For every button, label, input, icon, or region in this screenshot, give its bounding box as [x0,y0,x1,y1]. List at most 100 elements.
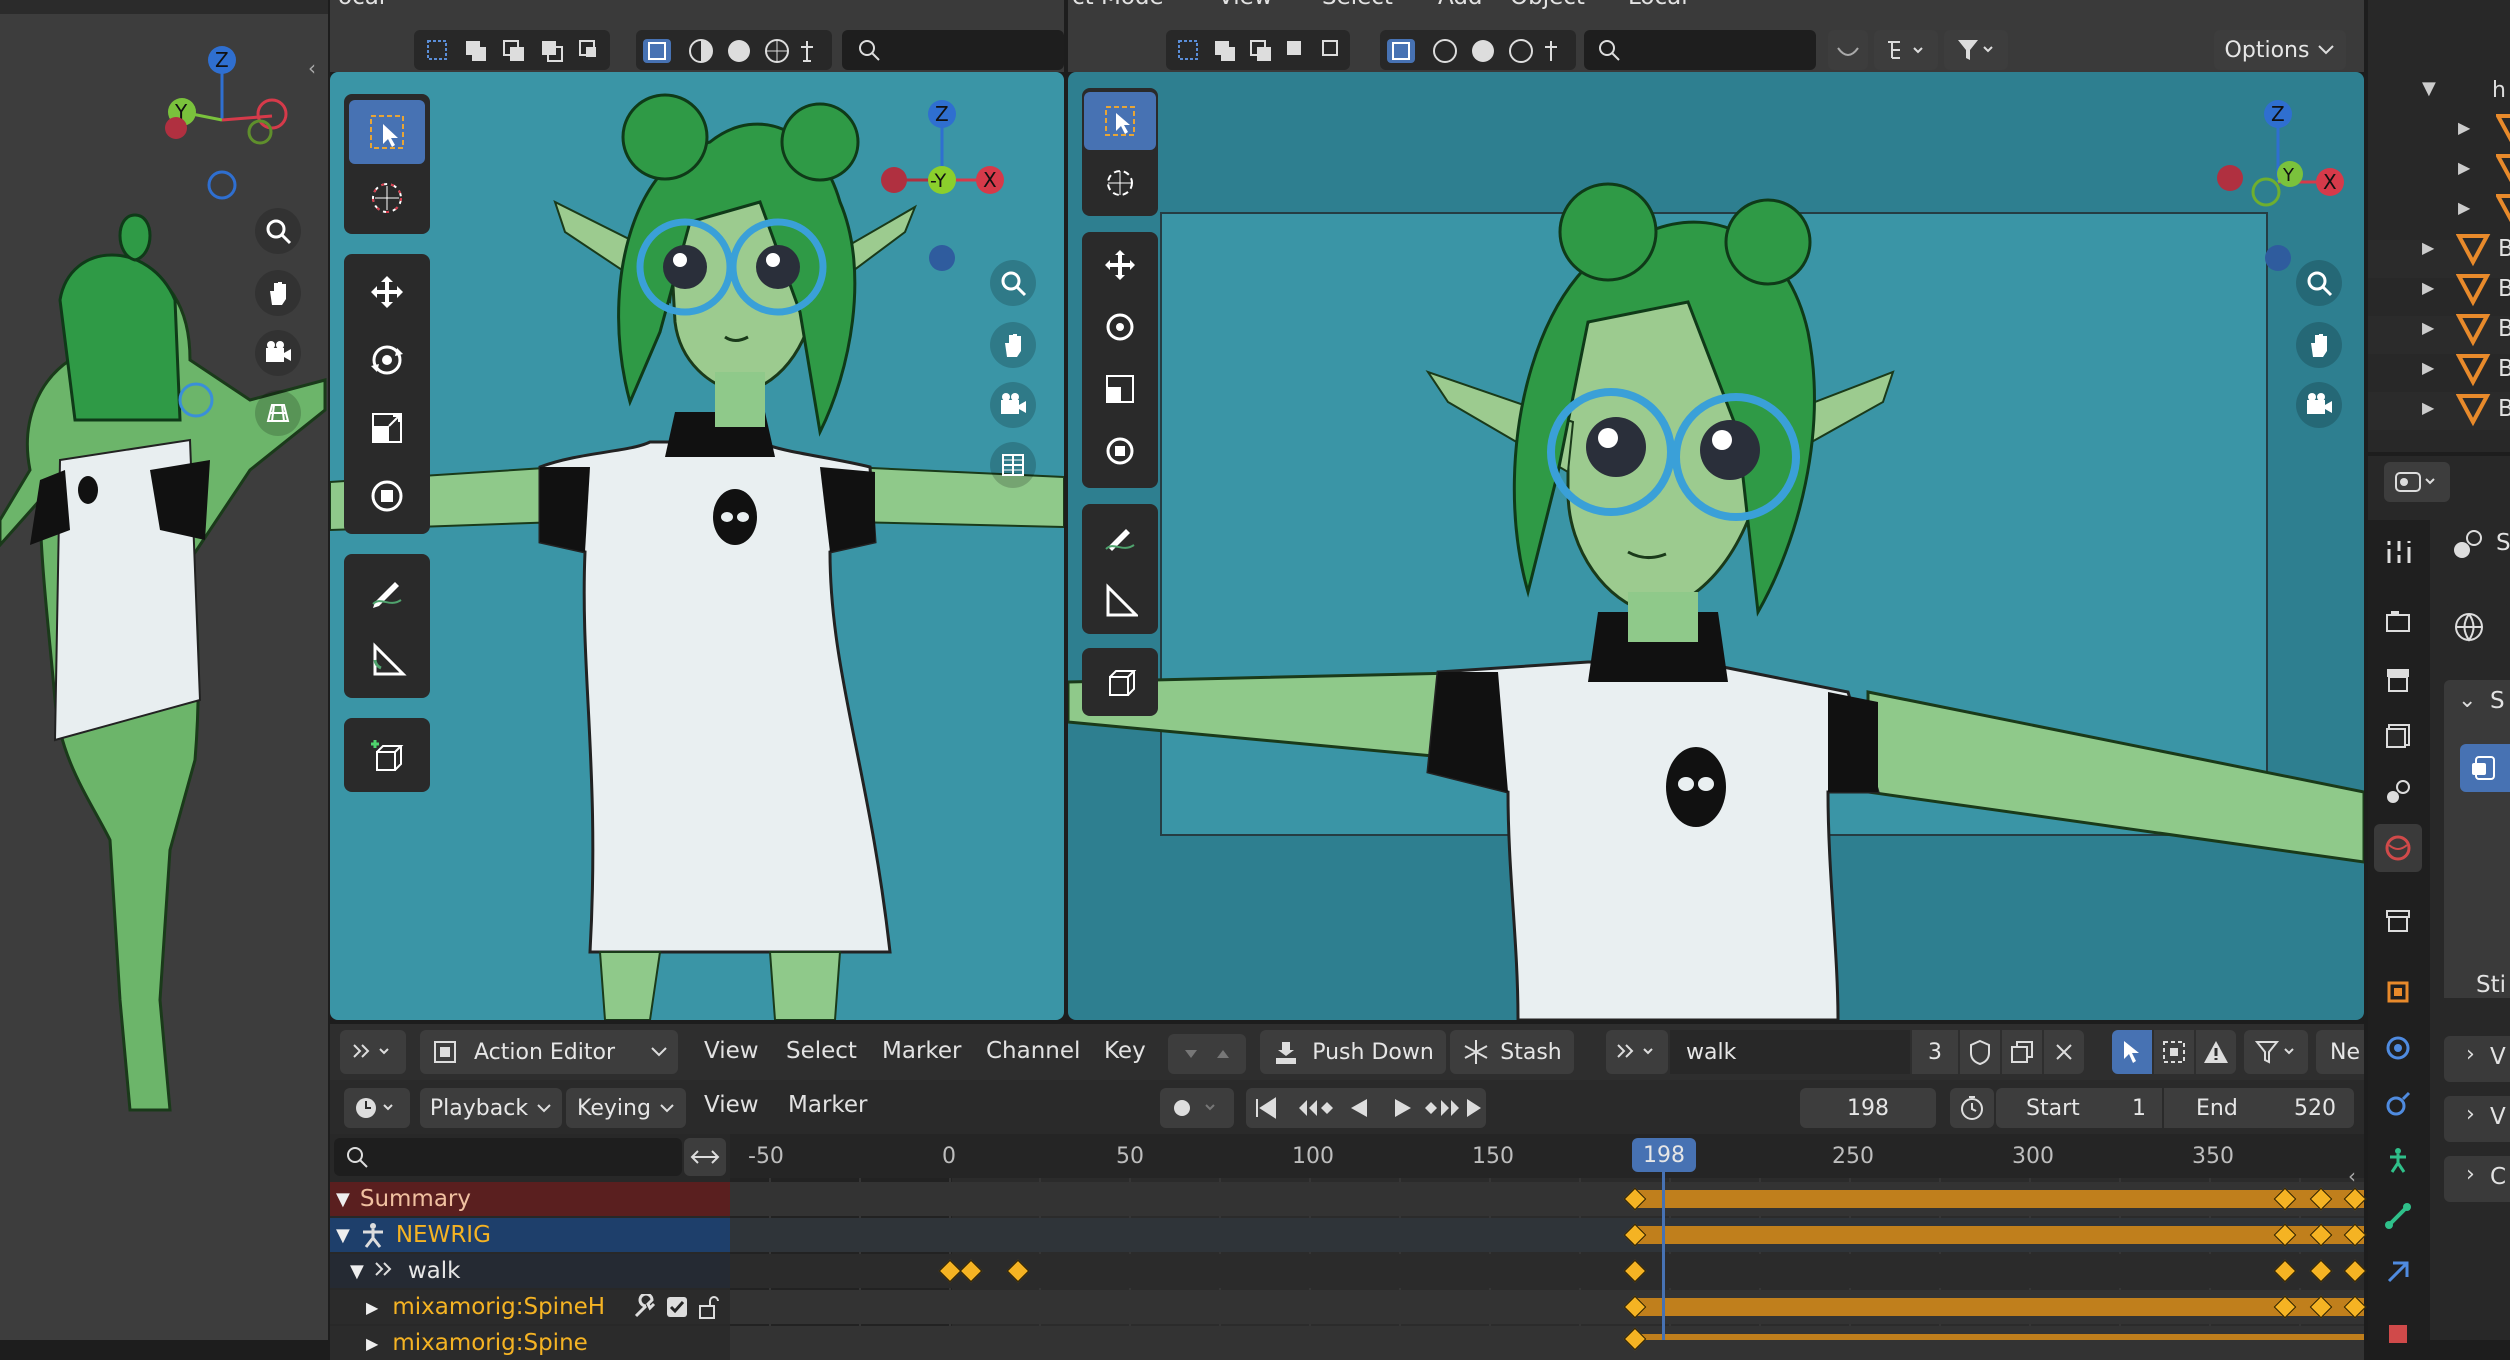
stash-button[interactable]: Stash [1450,1030,1574,1074]
measure-tool[interactable] [349,628,425,692]
constraint-tab-icon[interactable] [2374,1248,2422,1296]
errors-toggle[interactable] [2196,1030,2236,1074]
outliner-expand-icon[interactable]: ▶ [2458,198,2470,217]
middle-search-field[interactable] [842,30,1064,70]
only-selected-toggle[interactable] [2112,1030,2152,1074]
ae-menu-view[interactable]: View [704,1038,759,1064]
pan-hand-icon[interactable] [990,322,1036,368]
measure-tool[interactable] [1084,572,1156,630]
editor-type-button[interactable] [340,1030,406,1074]
playback-controls[interactable] [1246,1088,1486,1128]
action-browse-button[interactable] [1606,1030,1668,1074]
checkbox-icon[interactable] [664,1294,690,1320]
outliner-expand-icon[interactable]: ▶ [2422,318,2434,337]
pan-hand-icon[interactable] [255,270,301,316]
rotate-tool[interactable] [1084,298,1156,356]
add-cube-tool[interactable] [1084,652,1156,710]
unlink-button[interactable] [2044,1030,2084,1074]
left-viewport[interactable]: Z Y ‹ [0,0,328,1340]
outliner-expand-icon[interactable]: ▶ [2422,278,2434,297]
normalize-button[interactable]: Ne [2316,1030,2364,1074]
annotate-tool[interactable] [349,560,425,624]
outliner-expand-icon[interactable]: ▼ [2422,78,2436,99]
transform-orientation-dropdown[interactable]: Local [1628,0,1688,10]
ae-menu-key[interactable]: Key [1104,1038,1146,1064]
filter-button[interactable] [1944,30,2008,70]
preview-range-button[interactable] [1950,1088,1994,1128]
outliner-expand-icon[interactable]: ▶ [2422,398,2434,417]
world-selector[interactable] [2444,604,2510,650]
collection-tab-icon[interactable] [2374,896,2422,944]
timeline-menu-marker[interactable]: Marker [788,1092,868,1118]
add-cube-tool[interactable] [349,724,425,788]
zoom-icon[interactable] [255,208,301,254]
menu-object[interactable]: Object [1510,0,1585,10]
options-dropdown[interactable]: Options [2214,30,2346,70]
data-tab-icon[interactable] [2374,1310,2422,1358]
physics-tab-icon[interactable] [2374,1080,2422,1128]
duplicate-button[interactable] [2002,1030,2042,1074]
start-frame-field[interactable]: Start 1 [1996,1088,2162,1128]
ae-menu-select[interactable]: Select [786,1038,857,1064]
grid-icon[interactable] [990,442,1036,488]
armature-tab-icon[interactable] [2374,1136,2422,1184]
tool-tab-icon[interactable] [2374,528,2422,576]
select-box-tool[interactable] [349,100,425,164]
bone-tab-icon[interactable] [2374,1192,2422,1240]
menu-view[interactable]: View [1218,0,1273,10]
hidden-toggle[interactable] [2154,1030,2194,1074]
cursor-tool[interactable] [1084,154,1156,212]
move-tool[interactable] [1084,236,1156,294]
outliner-expand-icon[interactable]: ▶ [2458,158,2470,177]
select-mode-group[interactable] [1166,30,1350,70]
channel-walk[interactable]: ▼ walk [330,1254,730,1288]
local-dropdown[interactable]: ocal [338,0,385,10]
layer-buttons[interactable] [1168,1034,1246,1074]
rotate-tool[interactable] [349,328,425,392]
annotate-tool[interactable] [1084,508,1156,566]
collapse-arrow-icon[interactable]: ‹ [308,56,316,80]
scale-tool[interactable] [349,396,425,460]
camera-icon[interactable] [990,382,1036,428]
playhead-handle[interactable]: 198 [1632,1138,1696,1172]
current-frame-field[interactable]: 198 [1800,1088,1936,1128]
middle-axis-gizmo[interactable]: Z X -Y [870,92,1010,272]
end-frame-field[interactable]: End 520 [2164,1088,2354,1128]
scale-tool[interactable] [1084,360,1156,418]
ae-menu-marker[interactable]: Marker [882,1038,962,1064]
outliner-expand-icon[interactable]: ▶ [2422,358,2434,377]
channel-group-spine[interactable]: ▶ mixamorig:Spine [330,1326,730,1360]
wrench-icon[interactable] [632,1294,658,1320]
timeline-editor-type[interactable] [344,1088,410,1128]
right-search-field[interactable] [1584,30,1816,70]
record-button[interactable] [1160,1088,1234,1128]
ae-menu-channel[interactable]: Channel [986,1038,1080,1064]
outliner-expand-icon[interactable]: ▶ [2422,238,2434,257]
cursor-tool[interactable] [349,166,425,230]
output-tab-icon[interactable] [2374,656,2422,704]
unlock-icon[interactable] [696,1294,722,1320]
camera-icon[interactable] [255,330,301,376]
grid-icon[interactable] [255,390,301,436]
select-box-tool[interactable] [1084,92,1156,150]
channel-newrig[interactable]: ▼ NEWRIG [330,1218,730,1252]
channel-search-field[interactable] [334,1138,682,1176]
select-mode-group[interactable] [414,30,610,70]
channel-summary[interactable]: ▼ Summary [330,1182,730,1216]
users-count[interactable]: 3 [1912,1030,1958,1074]
playback-dropdown[interactable]: Playback [420,1088,562,1128]
middle-viewport[interactable]: Z X -Y [330,72,1064,1020]
overlay-toggle-button[interactable] [1828,30,1868,70]
shading-group[interactable] [636,30,832,70]
mode-dropdown[interactable]: Action Editor [420,1030,678,1074]
transform-tool[interactable] [349,464,425,528]
editor-type-button[interactable] [2384,462,2450,502]
display-filter-button[interactable] [1874,30,1938,70]
swap-button[interactable] [684,1138,726,1176]
move-tool[interactable] [349,260,425,324]
filters-dropdown[interactable] [2244,1030,2308,1074]
zoom-icon[interactable] [990,260,1036,306]
menu-select[interactable]: Select [1322,0,1393,10]
pan-hand-icon[interactable] [2296,322,2342,368]
mode-dropdown[interactable]: ct Mode [1072,0,1164,10]
